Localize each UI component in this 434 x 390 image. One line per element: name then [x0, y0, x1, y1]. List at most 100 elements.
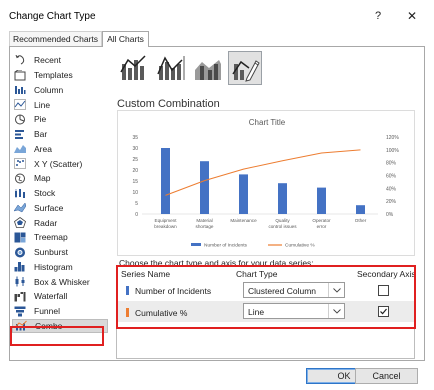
- radar-icon: [14, 217, 26, 229]
- sidebar-item-label: Bar: [34, 129, 48, 140]
- column-bar: [356, 205, 365, 214]
- primary-axis-tick-label: 25: [132, 157, 138, 163]
- sidebar-item-bar[interactable]: Bar: [12, 127, 108, 142]
- category-label: Maintenance: [230, 218, 257, 223]
- sidebar-item-label: Recent: [34, 55, 61, 66]
- sidebar-item-waterfall[interactable]: Waterfall: [12, 289, 108, 304]
- series-table-highlight: [116, 265, 416, 329]
- category-label: Equipment: [155, 218, 178, 223]
- secondary-axis-tick-label: 60%: [386, 174, 397, 180]
- column-bar: [278, 183, 287, 214]
- legend-label: Number of Incidents: [204, 243, 248, 249]
- legend: Number of Incidents Cumulative %: [191, 243, 315, 249]
- map-icon: [14, 173, 26, 184]
- chart-title: Chart Title: [249, 118, 286, 127]
- primary-axis-ticks: 0 5 10 15 20 25 30 35: [132, 135, 138, 218]
- line-icon: [14, 99, 26, 110]
- sidebar-item-pie[interactable]: Pie: [12, 112, 108, 127]
- templates-icon: [14, 69, 26, 81]
- category-label: error: [317, 224, 327, 229]
- waterfall-icon: [14, 291, 26, 302]
- stacked-area-column-icon[interactable]: [191, 51, 225, 85]
- title-bar: Change Chart Type ? ✕: [0, 0, 434, 30]
- sidebar-item-label: Stock: [34, 188, 56, 199]
- secondary-axis-tick-label: 40%: [386, 186, 397, 192]
- close-button[interactable]: ✕: [404, 8, 420, 24]
- sidebar-item-label: Treemap: [34, 232, 68, 243]
- funnel-icon: [14, 306, 26, 317]
- category-label: control issues: [268, 224, 297, 229]
- primary-axis-tick-label: 20: [132, 168, 138, 174]
- primary-axis-tick-label: 5: [135, 201, 138, 207]
- primary-axis-tick-label: 0: [135, 212, 138, 218]
- primary-axis-tick-label: 10: [132, 190, 138, 196]
- box-whisker-icon: [14, 276, 26, 287]
- recent-icon: [14, 54, 26, 66]
- surface-icon: [14, 202, 26, 213]
- sidebar-item-area[interactable]: Area: [12, 142, 108, 157]
- sidebar-item-funnel[interactable]: Funnel: [12, 304, 108, 319]
- column-series: [142, 148, 378, 215]
- sidebar-item-label: Radar: [34, 217, 58, 228]
- sidebar-item-label: Map: [34, 173, 51, 184]
- column-bar: [161, 148, 170, 214]
- column-bar: [239, 174, 248, 214]
- combo-highlight-box: [10, 326, 104, 346]
- legend-swatch-incidents: [191, 243, 201, 246]
- sidebar-item-label: Templates: [34, 70, 73, 81]
- cumulative-line: [165, 149, 361, 196]
- help-button[interactable]: ?: [370, 8, 386, 24]
- sidebar-item-templates[interactable]: Templates: [12, 68, 108, 83]
- sidebar-item-scatter[interactable]: X Y (Scatter): [12, 156, 108, 171]
- chart-preview: Chart Title 0 5 10 15 20 25 30 35 0% 20% 40% 60% 80…: [117, 110, 415, 256]
- secondary-axis-tick-label: 120%: [386, 135, 399, 141]
- tab-all-charts[interactable]: All Charts: [102, 31, 149, 47]
- sidebar-item-label: Histogram: [34, 261, 73, 272]
- sidebar-item-map[interactable]: Map: [12, 171, 108, 186]
- sidebar-item-sunburst[interactable]: Sunburst: [12, 245, 108, 260]
- clustered-column-line-icon[interactable]: [117, 51, 151, 85]
- histogram-icon: [14, 261, 26, 272]
- sidebar-item-label: Surface: [34, 202, 64, 213]
- category-label: Other: [355, 218, 367, 223]
- custom-combination-icon[interactable]: [228, 51, 262, 85]
- clustered-column-line-secondary-icon[interactable]: [154, 51, 188, 85]
- sidebar-item-label: X Y (Scatter): [34, 158, 83, 169]
- scatter-icon: [14, 158, 26, 169]
- sidebar-item-label: Area: [34, 143, 52, 154]
- sidebar-item-label: Box & Whisker: [34, 276, 90, 287]
- line-series: [165, 149, 361, 196]
- sidebar-item-recent[interactable]: Recent: [12, 53, 108, 68]
- sidebar-item-surface[interactable]: Surface: [12, 201, 108, 216]
- category-label: shortage: [196, 224, 214, 229]
- sidebar-item-histogram[interactable]: Histogram: [12, 260, 108, 275]
- sidebar-item-column[interactable]: Column: [12, 83, 108, 98]
- secondary-axis-tick-label: 20%: [386, 199, 397, 205]
- sidebar-item-treemap[interactable]: Treemap: [12, 230, 108, 245]
- sidebar-item-label: Sunburst: [34, 247, 69, 258]
- sidebar-item-label: Funnel: [34, 306, 60, 317]
- secondary-axis-tick-label: 80%: [386, 161, 397, 167]
- secondary-axis-tick-label: 0%: [386, 212, 394, 218]
- sidebar-item-stock[interactable]: Stock: [12, 186, 108, 201]
- sidebar-item-label: Pie: [34, 114, 47, 125]
- sidebar-item-radar[interactable]: Radar: [12, 215, 108, 230]
- dialog-title: Change Chart Type: [9, 11, 96, 22]
- primary-axis-tick-label: 35: [132, 135, 138, 141]
- treemap-icon: [14, 232, 26, 243]
- cancel-button[interactable]: Cancel: [355, 368, 418, 384]
- chart-svg: Chart Title 0 5 10 15 20 25 30 35 0% 20% 40% 60% 80…: [132, 118, 399, 249]
- column-bar: [317, 187, 326, 214]
- tab-recommended-charts[interactable]: Recommended Charts: [9, 31, 102, 46]
- column-bar: [200, 161, 209, 214]
- bar-icon: [14, 129, 26, 140]
- category-label: breakdown: [154, 224, 177, 229]
- area-icon: [14, 143, 26, 154]
- sidebar-item-line[interactable]: Line: [12, 97, 108, 112]
- column-icon: [14, 84, 26, 95]
- chart-type-list: Recent Templates Column Line Pie Bar Are…: [12, 53, 108, 334]
- sidebar-item-box-whisker[interactable]: Box & Whisker: [12, 274, 108, 289]
- category-label: Operator: [312, 218, 331, 223]
- primary-axis-tick-label: 15: [132, 179, 138, 185]
- sunburst-icon: [14, 247, 26, 258]
